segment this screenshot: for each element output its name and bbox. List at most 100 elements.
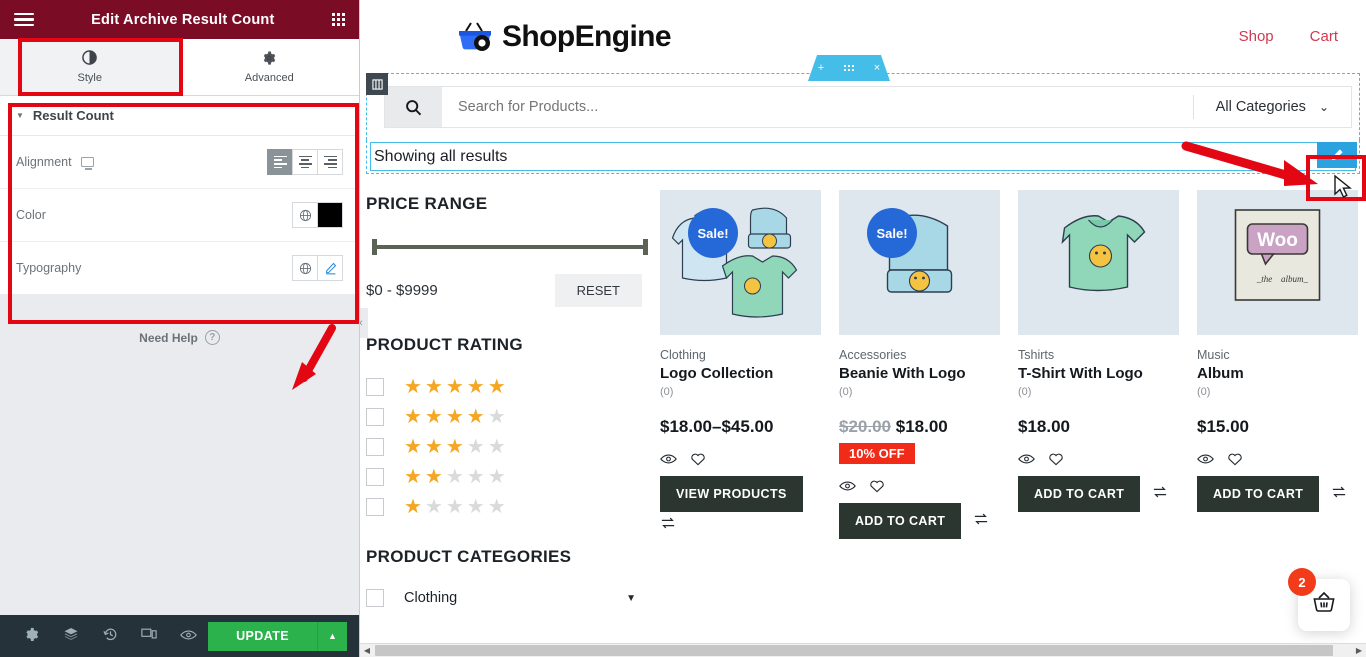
nav-link-cart[interactable]: Cart xyxy=(1310,28,1338,45)
update-caret-icon[interactable]: ▲ xyxy=(317,621,347,651)
align-right-button[interactable] xyxy=(317,149,343,175)
rating-row[interactable]: ★★★★★ xyxy=(366,467,650,487)
wishlist-heart-icon[interactable] xyxy=(869,479,885,497)
compare-icon[interactable] xyxy=(1152,485,1168,504)
product-name[interactable]: T-Shirt With Logo xyxy=(1018,365,1179,382)
globe-icon[interactable] xyxy=(292,202,318,228)
search-icon[interactable] xyxy=(385,87,442,127)
typography-label: Typography xyxy=(16,261,82,275)
wishlist-heart-icon[interactable] xyxy=(1227,452,1243,470)
panel-header: Edit Archive Result Count xyxy=(0,0,359,39)
history-revisions-icon[interactable] xyxy=(90,627,129,646)
slider-knob-max[interactable] xyxy=(643,239,648,255)
compare-icon[interactable] xyxy=(973,512,989,531)
product-image[interactable] xyxy=(1018,190,1179,335)
category-checkbox-clothing[interactable] xyxy=(366,589,384,607)
update-button[interactable]: UPDATE xyxy=(208,621,317,651)
section-handle-toolbar[interactable]: + × xyxy=(808,55,890,81)
result-count-widget[interactable]: Showing all results xyxy=(370,142,1356,171)
edit-widget-button[interactable] xyxy=(1317,142,1357,168)
rating-row[interactable]: ★★★★★ xyxy=(366,497,650,517)
svg-text:_the: _the xyxy=(1256,274,1273,284)
quick-view-eye-icon[interactable] xyxy=(1197,452,1214,470)
column-handle-icon[interactable] xyxy=(366,73,388,95)
align-left-button[interactable] xyxy=(267,149,293,175)
view-products-button[interactable]: VIEW PRODUCTS xyxy=(660,476,803,512)
close-icon[interactable]: × xyxy=(874,62,880,74)
product-image[interactable]: Sale! xyxy=(660,190,821,335)
floating-cart-button[interactable]: 2 xyxy=(1288,568,1350,631)
control-alignment: Alignment xyxy=(0,136,359,189)
shop-sidebar: PRICE RANGE $0 - $9999 RESET PRODUCT RAT… xyxy=(360,190,660,607)
product-name[interactable]: Beanie With Logo xyxy=(839,365,1000,382)
product-image[interactable]: Sale! xyxy=(839,190,1000,335)
rating-checkbox-4[interactable] xyxy=(366,408,384,426)
layers-navigator-icon[interactable] xyxy=(51,626,90,646)
product-price: $18.00–$45.00 xyxy=(660,417,774,436)
compare-icon[interactable] xyxy=(660,516,676,535)
product-quick-icons xyxy=(1197,452,1358,470)
category-item-clothing[interactable]: Clothing ▼ xyxy=(366,589,650,607)
sidebar-collapse-arrow[interactable]: ‹ xyxy=(360,308,368,338)
product-image[interactable]: Woo _the album_ xyxy=(1197,190,1358,335)
add-to-cart-button[interactable]: ADD TO CART xyxy=(839,503,962,539)
add-to-cart-button[interactable]: ADD TO CART xyxy=(1018,476,1141,512)
settings-gear-icon[interactable] xyxy=(12,627,51,646)
need-help[interactable]: Need Help ? xyxy=(0,308,359,367)
tab-style[interactable]: Style xyxy=(0,39,180,95)
slider-track xyxy=(372,245,648,249)
wishlist-heart-icon[interactable] xyxy=(1048,452,1064,470)
scroll-left-arrow[interactable]: ◀ xyxy=(360,646,374,655)
section-title: Result Count xyxy=(32,108,114,123)
pencil-icon[interactable] xyxy=(317,255,343,281)
search-input[interactable] xyxy=(442,87,1193,127)
product-actions: ADD TO CART xyxy=(1018,476,1179,512)
stars-5: ★★★★★ xyxy=(404,376,509,398)
category-select[interactable]: All Categories ⌄ xyxy=(1194,87,1351,127)
reset-button[interactable]: RESET xyxy=(554,274,642,307)
section-header-result-count[interactable]: ▼ Result Count xyxy=(0,96,359,136)
product-quick-icons xyxy=(839,479,1000,497)
product-category: Tshirts xyxy=(1018,348,1055,362)
color-swatch[interactable] xyxy=(317,202,343,228)
product-name[interactable]: Logo Collection xyxy=(660,365,821,382)
globe-icon[interactable] xyxy=(292,255,318,281)
quick-view-eye-icon[interactable] xyxy=(839,479,856,497)
product-name[interactable]: Album xyxy=(1197,365,1358,382)
preview-eye-icon[interactable] xyxy=(169,628,208,645)
rating-checkbox-3[interactable] xyxy=(366,438,384,456)
tab-advanced[interactable]: Advanced xyxy=(179,39,359,95)
product-price: $18.00 xyxy=(1018,417,1070,436)
quick-view-eye-icon[interactable] xyxy=(660,452,677,470)
product-categories-title: PRODUCT CATEGORIES xyxy=(366,547,572,566)
responsive-mode-icon[interactable] xyxy=(130,627,169,645)
quick-view-eye-icon[interactable] xyxy=(1018,452,1035,470)
rating-row[interactable]: ★★★★★ xyxy=(366,437,650,457)
rating-row[interactable]: ★★★★★ xyxy=(366,377,650,397)
caret-down-icon[interactable]: ▼ xyxy=(626,593,650,604)
add-section-icon[interactable]: + xyxy=(818,62,824,74)
wishlist-heart-icon[interactable] xyxy=(690,452,706,470)
scroll-thumb[interactable] xyxy=(375,645,1333,656)
compare-icon[interactable] xyxy=(1331,485,1347,504)
product-review-count: (0) xyxy=(1018,386,1032,398)
grid-apps-icon[interactable] xyxy=(331,12,345,27)
rating-checkbox-5[interactable] xyxy=(366,378,384,396)
drag-dots-icon[interactable] xyxy=(843,64,855,72)
monitor-icon[interactable] xyxy=(80,157,94,170)
product-actions: VIEW PRODUCTS xyxy=(660,476,821,535)
nav-link-shop[interactable]: Shop xyxy=(1239,28,1274,45)
elementor-panel: Edit Archive Result Count Style Advanced… xyxy=(0,0,360,657)
slider-knob-min[interactable] xyxy=(372,239,377,255)
scroll-right-arrow[interactable]: ▶ xyxy=(1352,646,1366,655)
rating-checkbox-1[interactable] xyxy=(366,498,384,516)
preview-horizontal-scrollbar[interactable]: ◀ ▶ xyxy=(360,643,1366,657)
shopengine-logo[interactable]: ShopEngine xyxy=(456,20,672,54)
add-to-cart-button[interactable]: ADD TO CART xyxy=(1197,476,1320,512)
stars-3: ★★★★★ xyxy=(404,436,509,458)
rating-row[interactable]: ★★★★★ xyxy=(366,407,650,427)
price-range-slider[interactable] xyxy=(366,236,650,258)
rating-checkbox-2[interactable] xyxy=(366,468,384,486)
hamburger-icon[interactable] xyxy=(14,12,34,27)
align-center-button[interactable] xyxy=(292,149,318,175)
